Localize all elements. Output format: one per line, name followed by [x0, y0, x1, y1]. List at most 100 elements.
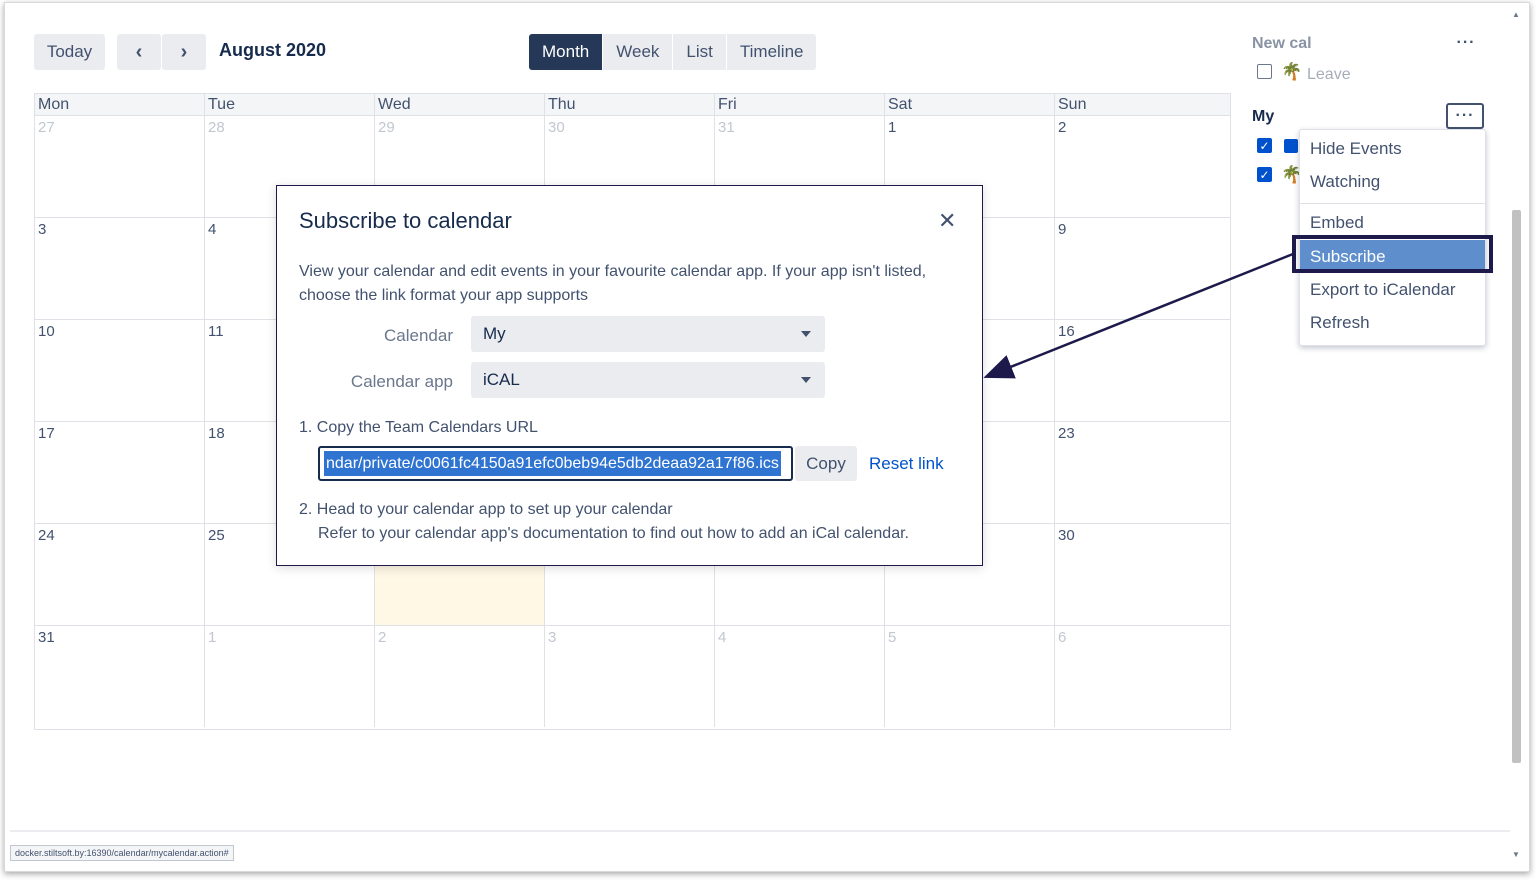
weekday-label: Sat — [885, 94, 1055, 116]
day-number: 18 — [208, 425, 225, 442]
annotation-highlight-box — [1292, 235, 1493, 273]
day-cell[interactable]: 9 — [1055, 218, 1225, 319]
scrollbar-thumb[interactable] — [1512, 210, 1521, 763]
reset-link[interactable]: Reset link — [869, 454, 944, 474]
menu-divider — [1300, 203, 1485, 204]
scroll-down-icon[interactable]: ▼ — [1512, 850, 1520, 859]
day-number: 23 — [1058, 425, 1075, 442]
weekday-header: Mon Tue Wed Thu Fri Sat Sun — [35, 94, 1230, 116]
day-cell[interactable]: 6 — [1055, 626, 1225, 727]
menu-item-refresh[interactable]: Refresh — [1300, 306, 1485, 339]
scroll-up-icon[interactable]: ▲ — [1512, 10, 1520, 19]
day-number: 1 — [888, 119, 897, 136]
day-cell[interactable]: 17 — [35, 422, 205, 523]
calendar-url-value: ndar/private/c0061fc4150a91efc0beb94e5db… — [324, 451, 781, 476]
calendar-app-select-value: iCAL — [483, 370, 520, 389]
week-row: 31 1 2 3 4 5 6 — [35, 626, 1230, 728]
weekday-label: Wed — [375, 94, 545, 116]
palm-tree-icon: 🌴 — [1281, 62, 1303, 81]
day-cell[interactable]: 3 — [545, 626, 715, 727]
status-url: docker.stiltsoft.by:16390/calendar/mycal… — [10, 845, 234, 861]
day-number: 11 — [208, 323, 224, 340]
calendar-field-label: Calendar — [384, 326, 453, 345]
prev-month-button[interactable]: ‹ — [117, 34, 161, 70]
day-number: 31 — [718, 119, 735, 136]
day-cell[interactable]: 23 — [1055, 422, 1225, 523]
next-month-button[interactable]: › — [162, 34, 206, 70]
day-cell[interactable]: 5 — [885, 626, 1055, 727]
chevron-down-icon — [801, 377, 811, 383]
day-number: 4 — [718, 629, 727, 646]
day-number: 6 — [1058, 629, 1067, 646]
view-timeline-tab[interactable]: Timeline — [727, 34, 817, 70]
calendar-app-field-label: Calendar app — [350, 372, 453, 391]
step-one-text: 1. Copy the Team Calendars URL — [299, 419, 538, 436]
subscribe-dialog: Subscribe to calendar ✕ View your calend… — [276, 185, 983, 566]
day-number: 10 — [38, 323, 55, 340]
close-icon[interactable]: ✕ — [938, 208, 956, 234]
view-list-tab[interactable]: List — [673, 34, 727, 70]
day-cell[interactable]: 30 — [1055, 524, 1225, 625]
view-month-tab[interactable]: Month — [529, 34, 604, 70]
calendar-checkbox[interactable]: ✓ — [1257, 138, 1272, 153]
day-number: 31 — [38, 629, 55, 646]
day-number: 27 — [38, 119, 55, 136]
day-number: 1 — [208, 629, 217, 646]
day-number: 30 — [548, 119, 565, 136]
day-number: 16 — [1058, 323, 1075, 340]
day-number: 29 — [378, 119, 395, 136]
day-number: 28 — [208, 119, 225, 136]
dialog-title: Subscribe to calendar — [299, 208, 512, 233]
leave-checkbox[interactable] — [1257, 64, 1272, 79]
copy-button[interactable]: Copy — [795, 446, 857, 481]
day-cell[interactable]: 10 — [35, 320, 205, 421]
step-two-detail: Refer to your calendar app's documentati… — [318, 525, 909, 542]
weekday-label: Sun — [1058, 96, 1087, 113]
view-switcher: Month Week List Timeline — [529, 34, 817, 70]
group-more-button-active[interactable]: ··· — [1446, 103, 1484, 129]
calendar-group-title: New cal — [1252, 35, 1312, 52]
day-cell[interactable]: 2 — [1055, 116, 1225, 217]
calendar-select-value: My — [483, 324, 506, 343]
chevron-down-icon — [801, 331, 811, 337]
group-more-button[interactable]: ··· — [1447, 30, 1485, 56]
day-number: 30 — [1058, 527, 1075, 544]
calendar-group-title: My — [1252, 108, 1275, 125]
day-cell[interactable]: 24 — [35, 524, 205, 625]
day-cell[interactable]: 1 — [205, 626, 375, 727]
day-cell[interactable]: 27 — [35, 116, 205, 217]
day-cell[interactable]: 4 — [715, 626, 885, 727]
day-cell[interactable]: 16 — [1055, 320, 1225, 421]
calendar-select[interactable]: My — [471, 316, 825, 352]
day-number: 17 — [38, 425, 55, 442]
day-number: 24 — [38, 527, 55, 544]
day-number: 5 — [888, 629, 897, 646]
status-bar-divider — [10, 830, 1510, 832]
calendar-app-select[interactable]: iCAL — [471, 362, 825, 398]
menu-item-export-icalendar[interactable]: Export to iCalendar — [1300, 273, 1485, 306]
day-cell[interactable]: 3 — [35, 218, 205, 319]
day-number: 2 — [378, 629, 387, 646]
dialog-description: View your calendar and edit events in yo… — [299, 263, 927, 304]
weekday-label: Fri — [715, 94, 885, 116]
weekday-label: Thu — [545, 94, 715, 116]
today-button[interactable]: Today — [34, 34, 105, 70]
calendar-checkbox[interactable]: ✓ — [1257, 167, 1272, 182]
day-number: 9 — [1058, 221, 1067, 238]
menu-item-hide-events[interactable]: Hide Events — [1300, 132, 1485, 165]
calendar-url-input[interactable]: ndar/private/c0061fc4150a91efc0beb94e5db… — [318, 446, 793, 481]
day-number: 3 — [548, 629, 557, 646]
day-number: 4 — [208, 221, 217, 238]
weekday-label: Mon — [35, 94, 205, 116]
day-cell[interactable]: 31 — [35, 626, 205, 727]
month-title: August 2020 — [219, 40, 327, 60]
view-week-tab[interactable]: Week — [603, 34, 674, 70]
menu-item-watching[interactable]: Watching — [1300, 165, 1485, 198]
weekday-label: Tue — [205, 94, 375, 116]
day-number: 25 — [208, 527, 225, 544]
calendar-icon — [1284, 139, 1298, 153]
leave-calendar-label: Leave — [1307, 66, 1351, 83]
day-cell[interactable]: 2 — [375, 626, 545, 727]
day-number: 2 — [1058, 119, 1067, 136]
day-number: 3 — [38, 221, 47, 238]
